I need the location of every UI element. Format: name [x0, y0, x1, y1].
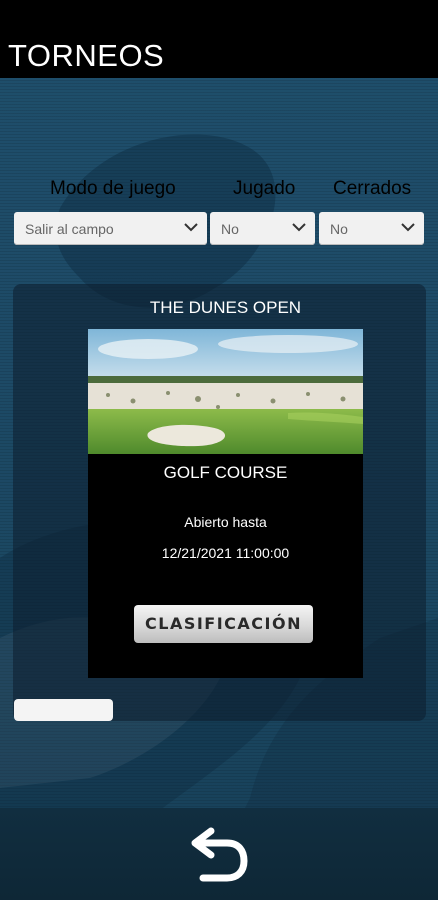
- filter-label-mode: Modo de juego: [50, 178, 176, 199]
- played-select[interactable]: No: [210, 212, 315, 245]
- course-name: GOLF COURSE: [163, 463, 288, 482]
- open-until-label: Abierto hasta: [184, 514, 267, 530]
- tournament-name: THE DUNES OPEN: [149, 298, 302, 317]
- chevron-down-icon: [401, 223, 415, 232]
- open-until-date: 12/21/2021 11:00:00: [161, 545, 290, 561]
- played-value: No: [221, 221, 239, 237]
- closed-value: No: [330, 221, 348, 237]
- title-bar: TORNEOS: [0, 0, 438, 78]
- chevron-down-icon: [184, 223, 198, 232]
- chevron-down-icon: [292, 223, 306, 232]
- page-title: TORNEOS: [8, 38, 165, 73]
- ranking-button[interactable]: CLASIFICACIÓN: [134, 605, 313, 643]
- filter-label-closed: Cerrados: [333, 178, 412, 199]
- back-arrow-icon[interactable]: [189, 825, 249, 883]
- filter-label-played: Jugado: [233, 178, 296, 199]
- course-photo: [88, 329, 363, 454]
- game-mode-value: Salir al campo: [25, 221, 114, 237]
- closed-select[interactable]: No: [319, 212, 424, 245]
- screen: TORNEOS Modo de juego Jugado Cerrados Sa…: [0, 0, 438, 900]
- tournament-card[interactable]: GOLF COURSE Abierto hasta 12/21/2021 11:…: [88, 329, 363, 678]
- page-indicator[interactable]: [14, 699, 113, 721]
- game-mode-select[interactable]: Salir al campo: [14, 212, 207, 245]
